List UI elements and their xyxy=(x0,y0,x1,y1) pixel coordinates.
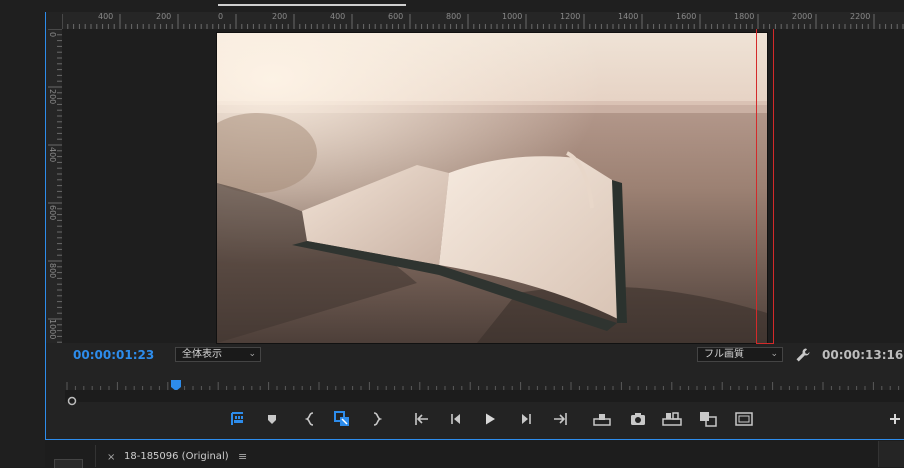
h-ruler-label: 1400 xyxy=(618,12,639,21)
zoom-level-value: 全体表示 xyxy=(182,349,222,360)
v-ruler-label: 400 xyxy=(48,147,57,163)
step-to-out-icon[interactable] xyxy=(549,406,571,432)
play-icon[interactable] xyxy=(479,406,501,432)
h-ruler-label: 0 xyxy=(218,12,224,21)
playback-resolution-value: フル画質 xyxy=(704,349,744,360)
safe-margins-icon[interactable] xyxy=(733,406,755,432)
h-ruler-label: 400 xyxy=(98,12,114,21)
marker-in-icon[interactable] xyxy=(227,406,249,432)
h-ruler-label: 1600 xyxy=(676,12,697,21)
h-ruler-label: 400 xyxy=(330,12,346,21)
duration-timecode: 00:00:13:16 xyxy=(822,348,904,362)
bottom-right-panel xyxy=(878,441,904,467)
add-button-icon[interactable] xyxy=(884,406,904,432)
h-ruler-label: 2000 xyxy=(792,12,813,21)
h-ruler-label: 1000 xyxy=(502,12,523,21)
v-ruler-label: 600 xyxy=(48,205,57,221)
h-ruler-label: 2200 xyxy=(850,12,871,21)
step-to-in-icon[interactable] xyxy=(411,406,433,432)
step-forward-icon[interactable] xyxy=(515,406,537,432)
mini-timeline-ruler[interactable] xyxy=(65,376,904,391)
current-timecode[interactable]: 00:00:01:23 xyxy=(73,348,154,362)
go-to-in-icon[interactable] xyxy=(331,406,353,432)
video-preview[interactable] xyxy=(216,32,768,344)
panel-divider xyxy=(95,445,96,467)
close-icon[interactable]: × xyxy=(107,452,115,463)
h-ruler-label: 1800 xyxy=(734,12,755,21)
step-back-icon[interactable] xyxy=(445,406,467,432)
add-marker-icon[interactable] xyxy=(261,406,283,432)
h-ruler-label: 1200 xyxy=(560,12,581,21)
mark-in-icon[interactable] xyxy=(299,406,321,432)
h-ruler-label: 800 xyxy=(446,12,462,21)
transport-controls xyxy=(0,406,904,434)
v-ruler-label: 800 xyxy=(48,263,57,279)
source-tab-title[interactable]: 18-185096 (Original) xyxy=(124,451,229,462)
panel-header xyxy=(0,0,904,12)
export-frame-icon[interactable] xyxy=(627,406,649,432)
chevron-down-icon: ⌄ xyxy=(770,349,778,359)
playhead-handle[interactable] xyxy=(171,376,181,391)
lift-icon[interactable] xyxy=(591,406,613,432)
extract-icon[interactable] xyxy=(661,406,683,432)
vertical-ruler: 0 200 400 600 800 1000 xyxy=(46,29,63,343)
zoom-scroll-handle[interactable] xyxy=(67,391,77,406)
compare-icon[interactable] xyxy=(697,406,719,432)
horizontal-ruler-ticks xyxy=(62,14,904,29)
left-panel-strip xyxy=(0,0,45,467)
h-ruler-label: 200 xyxy=(272,12,288,21)
v-ruler-label: 200 xyxy=(48,89,57,105)
active-tab-indicator xyxy=(218,4,406,6)
playback-resolution-select[interactable]: フル画質 ⌄ xyxy=(697,347,783,362)
chevron-down-icon: ⌄ xyxy=(248,349,256,359)
h-ruler-label: 200 xyxy=(156,12,172,21)
safe-margin-guide xyxy=(756,29,774,344)
wrench-icon[interactable] xyxy=(795,347,811,363)
zoom-scroll-bar[interactable] xyxy=(65,390,904,402)
vertical-ruler-ticks xyxy=(48,29,62,343)
h-ruler-label: 600 xyxy=(388,12,404,21)
zoom-level-select[interactable]: 全体表示 ⌄ xyxy=(175,347,261,362)
v-ruler-label: 0 xyxy=(48,32,57,38)
panel-menu-icon[interactable]: ≡ xyxy=(238,450,247,463)
horizontal-ruler: 400 200 0 200 400 600 800 1000 1200 1400… xyxy=(62,12,904,30)
mark-out-icon[interactable] xyxy=(366,406,388,432)
v-ruler-label: 1000 xyxy=(48,319,57,340)
video-frame-image xyxy=(217,33,767,343)
